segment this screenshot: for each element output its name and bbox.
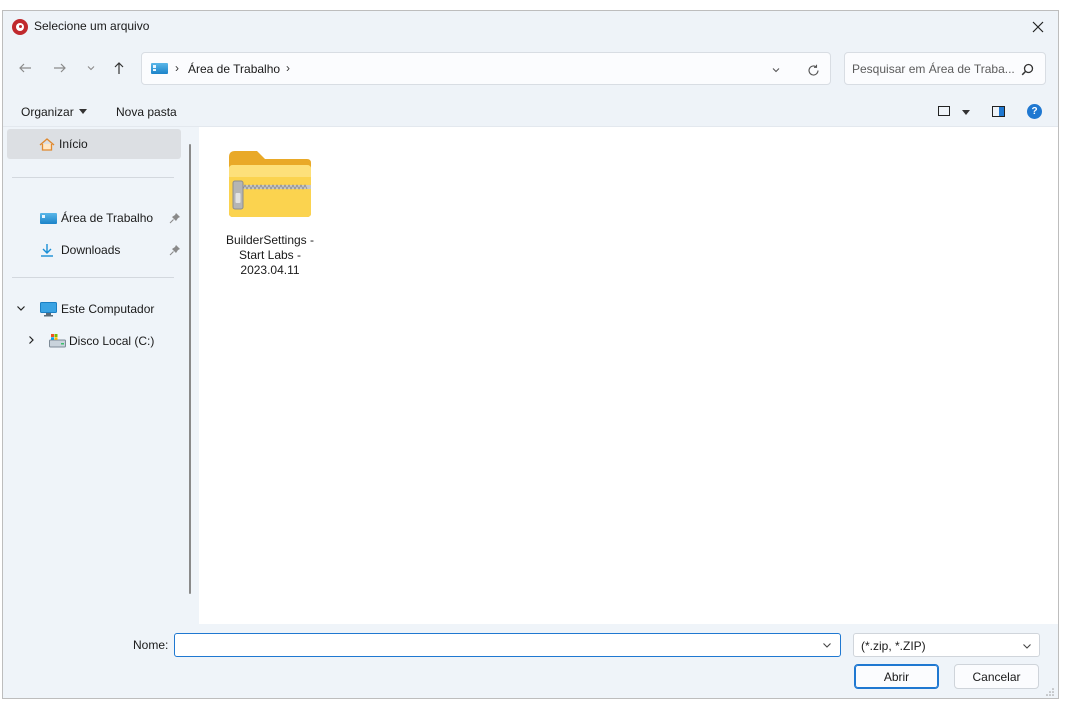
sidebar-item-label: Início xyxy=(59,137,88,151)
forward-button[interactable] xyxy=(49,57,71,79)
sidebar-divider xyxy=(12,177,174,178)
command-bar: Organizar Nova pasta ? xyxy=(3,97,1058,127)
file-type-select[interactable]: (*.zip, *.ZIP) xyxy=(853,633,1040,657)
chevron-down-icon xyxy=(1023,644,1031,649)
navigation-pane: Início Área de Trabalho Downloads Este C… xyxy=(3,127,199,624)
file-item[interactable]: BuilderSettings - Start Labs - 2023.04.1… xyxy=(215,143,325,281)
sidebar-item-home[interactable]: Início xyxy=(7,129,181,159)
search-box[interactable]: Pesquisar em Área de Traba... xyxy=(844,52,1046,85)
address-bar[interactable]: › Área de Trabalho › xyxy=(141,52,831,85)
organize-label: Organizar xyxy=(21,105,74,119)
file-list: BuilderSettings - Start Labs - 2023.04.1… xyxy=(199,127,1058,624)
sidebar-item-desktop[interactable]: Área de Trabalho xyxy=(7,203,181,233)
cancel-button[interactable]: Cancelar xyxy=(954,664,1039,689)
file-name: BuilderSettings - Start Labs - 2023.04.1… xyxy=(225,233,315,277)
file-name-label: Nome: xyxy=(133,638,169,652)
zip-folder-icon xyxy=(229,151,311,217)
file-type-value: (*.zip, *.ZIP) xyxy=(861,639,926,653)
sidebar-item-local-disk[interactable]: Disco Local (C:) xyxy=(7,326,181,356)
sidebar-divider xyxy=(12,277,174,278)
help-icon[interactable]: ? xyxy=(1027,104,1042,119)
breadcrumb-location[interactable]: Área de Trabalho xyxy=(188,62,280,76)
dialog-title: Selecione um arquivo xyxy=(34,19,150,33)
pin-icon[interactable] xyxy=(169,212,181,224)
chevron-down-icon xyxy=(772,68,780,73)
breadcrumb-separator: › xyxy=(175,61,179,75)
view-icon[interactable] xyxy=(938,106,950,116)
close-icon xyxy=(1032,21,1044,32)
recent-locations-button[interactable] xyxy=(80,57,102,79)
navigation-bar: › Área de Trabalho › Pesquisar em Área d… xyxy=(3,42,1058,97)
sidebar-item-label: Disco Local (C:) xyxy=(69,334,155,348)
refresh-icon xyxy=(807,64,819,76)
resize-grip-icon[interactable] xyxy=(1045,687,1055,697)
chevron-down-icon[interactable] xyxy=(821,639,833,651)
sidebar-scrollbar[interactable] xyxy=(189,144,191,594)
back-button[interactable] xyxy=(14,57,36,79)
arrow-left-icon xyxy=(19,63,31,73)
chevron-down-icon[interactable] xyxy=(15,302,27,314)
sidebar-item-label: Área de Trabalho xyxy=(61,211,154,225)
home-icon xyxy=(39,138,55,151)
dialog-footer: Nome: (*.zip, *.ZIP) Abrir Cancelar xyxy=(3,624,1058,698)
preview-pane-icon[interactable] xyxy=(992,106,1005,117)
sidebar-item-downloads[interactable]: Downloads xyxy=(7,235,181,265)
caret-down-icon xyxy=(78,109,87,114)
chevron-right-icon[interactable] xyxy=(25,334,37,346)
file-name-input[interactable] xyxy=(174,633,841,657)
chevron-down-icon xyxy=(87,66,95,71)
arrow-right-icon xyxy=(54,63,66,73)
drive-icon xyxy=(49,334,66,348)
new-folder-button[interactable]: Nova pasta xyxy=(116,105,177,119)
organize-menu[interactable]: Organizar xyxy=(21,105,87,119)
file-open-dialog: Selecione um arquivo › Área de Trabalho … xyxy=(2,10,1059,699)
desktop-icon xyxy=(40,213,57,224)
sidebar-item-label: Downloads xyxy=(61,243,121,257)
computer-icon xyxy=(40,302,57,317)
sidebar-item-this-pc[interactable]: Este Computador xyxy=(7,294,181,324)
arrow-up-icon xyxy=(114,62,124,74)
close-button[interactable] xyxy=(1018,11,1058,42)
desktop-icon xyxy=(151,63,168,74)
sidebar-item-label: Este Computador xyxy=(61,302,155,316)
app-logo-icon xyxy=(12,19,28,35)
pin-icon[interactable] xyxy=(169,244,181,256)
download-icon xyxy=(41,244,53,257)
view-options-caret-icon[interactable] xyxy=(962,110,970,115)
up-button[interactable] xyxy=(108,57,130,79)
search-icon[interactable] xyxy=(1019,61,1035,77)
refresh-button[interactable] xyxy=(804,61,822,79)
title-bar: Selecione um arquivo xyxy=(3,11,1058,42)
address-dropdown-button[interactable] xyxy=(768,62,784,78)
search-placeholder[interactable]: Pesquisar em Área de Traba... xyxy=(852,62,1015,76)
open-button[interactable]: Abrir xyxy=(854,664,939,689)
breadcrumb-separator-end[interactable]: › xyxy=(286,61,290,75)
